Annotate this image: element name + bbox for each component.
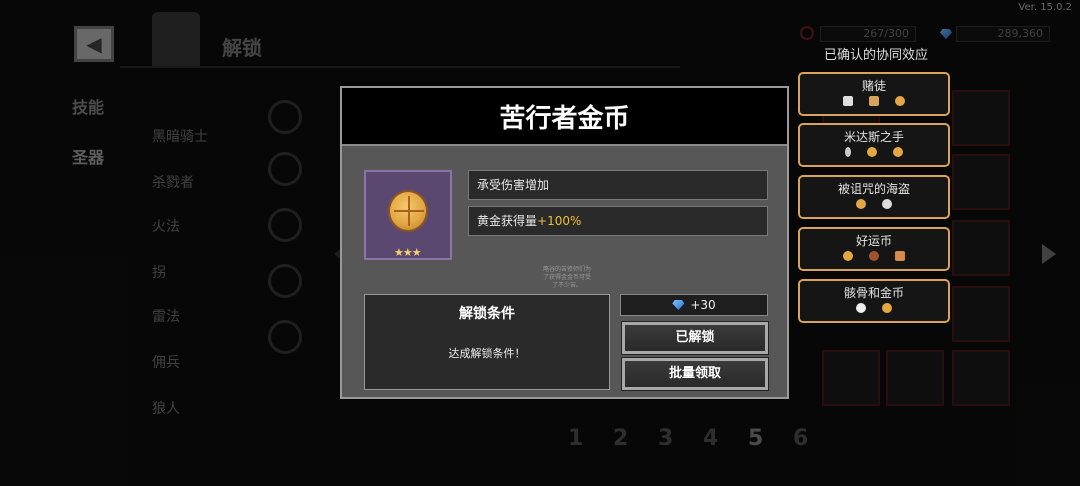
- dice-gold-icon: [869, 96, 879, 106]
- relic-detail-modal: 苦行者金币 ★★★ 承受伤害增加 黄金获得量+100% 略谷的苦修师们为了获得金…: [340, 86, 789, 399]
- relic-cell[interactable]: [952, 286, 1010, 342]
- synergy-name: 赌徒: [861, 79, 886, 93]
- synergy-item[interactable]: 好运币: [798, 227, 950, 271]
- auto-icon[interactable]: [268, 264, 302, 298]
- diamond-icon: [940, 29, 952, 39]
- page-3[interactable]: 3: [658, 426, 673, 451]
- capacity-counter: 267/300: [820, 26, 916, 42]
- relic-cell[interactable]: [952, 154, 1010, 210]
- class-item[interactable]: 佣兵: [152, 352, 180, 372]
- effect-line: 黄金获得量+100%: [468, 206, 768, 236]
- relic-cell[interactable]: [952, 220, 1010, 276]
- tab-skills[interactable]: 技能: [72, 94, 104, 118]
- flavor-text: 略谷的苦修师们为了获得金金币可受了不少苦。: [542, 266, 591, 289]
- ban-filter-icon[interactable]: [268, 208, 302, 242]
- coin-icon: [867, 147, 877, 157]
- coin-icon: [895, 96, 905, 106]
- avatar: [152, 12, 200, 68]
- modal-header: 苦行者金币: [342, 88, 787, 146]
- sort-icon[interactable]: [268, 152, 302, 186]
- coin-icon: [856, 199, 866, 209]
- tab-relics[interactable]: 圣器: [72, 144, 104, 168]
- synergy-name: 好运币: [855, 234, 892, 248]
- reward-amount: +30: [690, 298, 716, 312]
- effect-line: 承受伤害增加: [468, 170, 768, 200]
- ban-icon[interactable]: [268, 320, 302, 354]
- class-item[interactable]: 雷法: [152, 306, 180, 326]
- page-6[interactable]: 6: [793, 426, 808, 451]
- filter-icon[interactable]: [268, 100, 302, 134]
- page-1[interactable]: 1: [568, 426, 583, 451]
- relic-title: 苦行者金币: [499, 104, 630, 134]
- relic-cell[interactable]: [952, 90, 1010, 146]
- synergy-item[interactable]: 被诅咒的海盗: [798, 175, 950, 219]
- synergy-item[interactable]: 赌徒: [798, 72, 950, 116]
- coin-icon: [388, 190, 428, 232]
- page-4[interactable]: 4: [703, 426, 718, 451]
- class-item[interactable]: 狼人: [152, 398, 180, 418]
- relic-icon-frame: ★★★: [364, 170, 452, 260]
- class-item[interactable]: 拐: [152, 262, 166, 282]
- relic-cell[interactable]: [952, 350, 1010, 406]
- batch-claim-button[interactable]: 批量领取: [621, 357, 769, 391]
- dice-icon: [843, 96, 853, 106]
- class-item[interactable]: 黑暗骑士: [152, 126, 208, 146]
- effect-value: +100%: [537, 214, 582, 228]
- wand-icon: [845, 147, 851, 157]
- class-item[interactable]: 火法: [152, 216, 180, 236]
- star-rating: ★★★: [394, 246, 422, 259]
- synergy-name: 骸骨和金币: [843, 286, 904, 300]
- next-page-arrow[interactable]: [1042, 244, 1056, 264]
- title-divider: [120, 66, 680, 68]
- class-item[interactable]: 杀戮者: [152, 172, 194, 192]
- synergy-name: 被诅咒的海盗: [837, 182, 910, 196]
- back-arrow-icon: ◀: [86, 32, 102, 56]
- synergy-item[interactable]: 米达斯之手: [798, 123, 950, 167]
- condition-status: 达成解锁条件！: [448, 347, 526, 360]
- page-5[interactable]: 5: [748, 426, 763, 451]
- relic-cell[interactable]: [886, 350, 944, 406]
- diamond-counter: 289,360: [956, 26, 1050, 42]
- condition-title: 解锁条件: [459, 306, 515, 322]
- version-label: Ver. 15.0.2: [1018, 2, 1072, 13]
- coin-icon: [882, 303, 892, 313]
- page-title: 解锁: [222, 36, 262, 60]
- diamond-icon: [672, 300, 685, 310]
- unlocked-button[interactable]: 已解锁: [621, 321, 769, 355]
- effect-text: 承受伤害增加: [477, 178, 550, 192]
- synergy-header: 已确认的协同效应: [823, 48, 928, 63]
- effect-text: 黄金获得量: [477, 214, 538, 228]
- unlock-condition-box: 解锁条件 达成解锁条件！: [364, 294, 610, 390]
- ban-icon: [800, 26, 814, 40]
- back-button[interactable]: ◀: [74, 26, 114, 62]
- feather-icon: [869, 251, 879, 261]
- coin-icon: [893, 147, 903, 157]
- card-icon: [895, 251, 905, 261]
- coin-icon: [843, 251, 853, 261]
- reward-box: +30: [620, 294, 768, 316]
- skull-icon: [882, 199, 892, 209]
- synergy-item[interactable]: 骸骨和金币: [798, 279, 950, 323]
- synergy-name: 米达斯之手: [843, 130, 904, 144]
- relic-cell[interactable]: [822, 350, 880, 406]
- page-2[interactable]: 2: [613, 426, 628, 451]
- bone-icon: [856, 303, 866, 313]
